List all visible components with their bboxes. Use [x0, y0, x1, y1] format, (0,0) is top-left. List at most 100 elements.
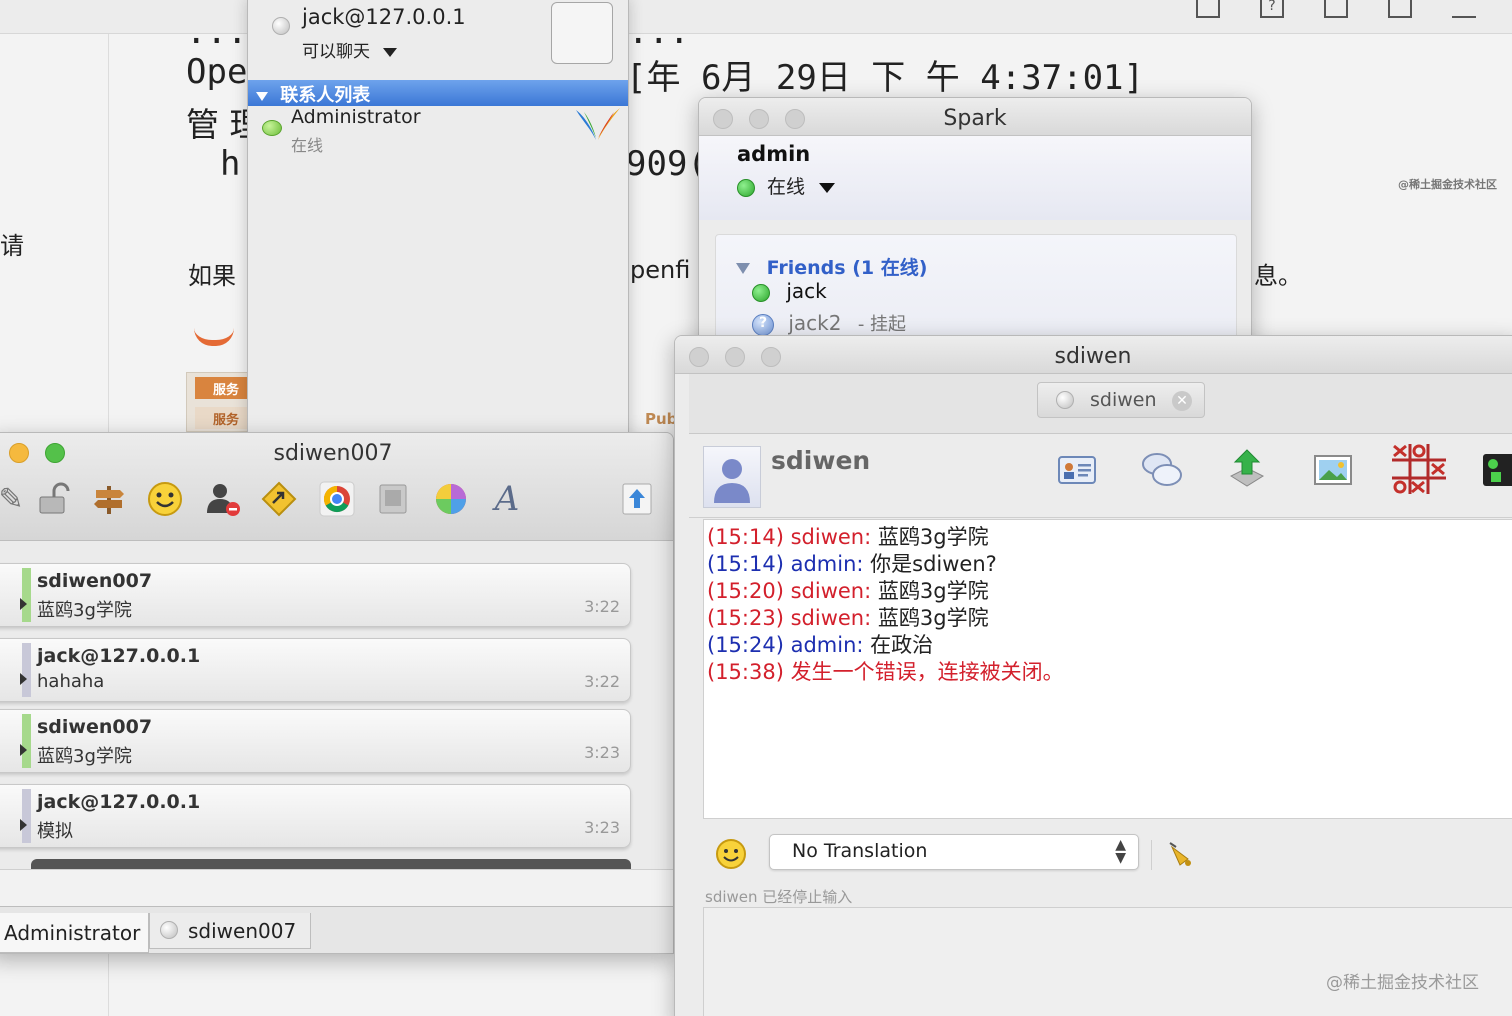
pen-icon[interactable]: ✎ [0, 479, 31, 519]
doc-list-icon[interactable] [1196, 0, 1220, 18]
disclosure-icon[interactable] [20, 598, 27, 610]
chat-time: (15:24) [707, 633, 784, 657]
friend-row-jack[interactable]: jack [752, 279, 827, 303]
send-file-icon[interactable] [259, 479, 299, 519]
chat-message: (15:14) sdiwen: 蓝鸥3g学院 [707, 524, 1512, 551]
doc-text-line5-right: 息。 [1254, 262, 1302, 290]
chat-text: 蓝鸥3g学院 [877, 579, 989, 603]
doc-panel-icon[interactable] [1324, 0, 1348, 18]
account-status-selector[interactable]: 可以聊天 [302, 37, 398, 62]
account-status-icon [272, 17, 290, 35]
online-status-icon [752, 283, 770, 302]
doc-small-watermark: @稀土掘金技术社区 [1398, 178, 1497, 191]
list-item[interactable]: jack@127.0.0.1 hahaha 3:22 [0, 638, 631, 702]
doc-help-icon[interactable]: ? [1260, 0, 1284, 18]
download-icon[interactable] [1225, 446, 1269, 492]
list-item[interactable]: sdiwen007 蓝鸥3g学院 3:22 [0, 563, 631, 627]
spark-status-selector[interactable]: 在线 [737, 172, 836, 199]
translation-select[interactable]: No Translation ▲ ▼ [769, 834, 1139, 870]
disclosure-icon[interactable] [20, 819, 27, 831]
spark-status-text: 在线 [767, 176, 806, 198]
doc-orange-panel: 服务 服务 [186, 372, 249, 432]
block-user-icon[interactable] [203, 479, 243, 519]
friends-group-header[interactable]: Friends (1 在线) [736, 253, 927, 280]
chat-bubbles-icon[interactable] [1139, 448, 1185, 492]
chat-tab[interactable]: sdiwen ✕ [1037, 382, 1205, 418]
chat-error-message: (15:38) 发生一个错误，连接被关闭。 [707, 659, 1512, 686]
tab-status-icon [1056, 391, 1074, 409]
friends-group-label: Friends (1 在线) [766, 257, 928, 279]
doc-text-line4-left: h [220, 144, 241, 184]
disclosure-icon[interactable] [20, 744, 27, 756]
watermark: @稀土掘金技术社区 [1326, 973, 1479, 993]
avatar[interactable] [551, 2, 613, 64]
message-accent-bar [22, 789, 31, 843]
signpost-icon[interactable] [89, 479, 129, 519]
list-item[interactable]: jack@127.0.0.1 模拟 3:23 [0, 784, 631, 848]
font-icon[interactable]: A [487, 479, 527, 519]
triangle-down-icon [256, 91, 268, 101]
contacts-header: jack@127.0.0.1 可以聊天 [248, 0, 628, 79]
doc-fullscreen-icon[interactable] [1452, 0, 1476, 18]
chat-text: 蓝鸥3g学院 [877, 606, 989, 630]
doc-text-line5-left: 如果 [188, 262, 236, 290]
tab-administrator[interactable]: Administrator [0, 913, 149, 953]
avatar[interactable] [703, 446, 761, 508]
chat-message: (15:20) sdiwen: 蓝鸥3g学院 [707, 578, 1512, 605]
message-sender: sdiwen007 [37, 716, 153, 738]
translation-select-value: No Translation [792, 840, 928, 862]
smiley-icon[interactable] [145, 479, 185, 519]
tape-icon[interactable] [373, 479, 413, 519]
color-wheel-icon[interactable] [431, 479, 471, 519]
message-time: 3:22 [584, 597, 620, 616]
unlock-icon[interactable] [33, 479, 73, 519]
chat-text: 你是sdiwen? [870, 552, 997, 576]
message-text: hahaha [37, 671, 105, 692]
message-sender: sdiwen007 [37, 570, 153, 592]
message-accent-bar [22, 568, 31, 622]
disclosure-icon[interactable] [20, 673, 27, 685]
message-accent-bar [22, 643, 31, 697]
emoticon-icon[interactable] [711, 834, 751, 874]
account-name: jack@127.0.0.1 [302, 5, 466, 29]
doc-orange-tab1: 服务 [195, 377, 249, 399]
doc-orange-arc [194, 328, 234, 346]
chevron-down-icon [819, 182, 836, 193]
chat-transcript[interactable]: (15:14) sdiwen: 蓝鸥3g学院 (15:14) admin: 你是… [703, 519, 1512, 819]
upload-icon[interactable] [617, 479, 657, 519]
spark-user-panel: admin 在线 [699, 136, 1251, 220]
message-text: 蓝鸥3g学院 [37, 600, 132, 621]
friend-name: jack [786, 279, 827, 303]
contact-list-header[interactable]: 联系人列表 [248, 80, 628, 106]
list-item[interactable]: sdiwen007 蓝鸥3g学院 3:23 [0, 709, 631, 773]
friend-row-jack2[interactable]: ? jack2 - 挂起 [752, 310, 906, 336]
chat-time: (15:38) [707, 660, 784, 684]
profile-card-icon[interactable] [1055, 448, 1099, 492]
alert-bell-icon[interactable] [1161, 834, 1201, 874]
spark-titlebar: Spark [699, 98, 1251, 136]
status-icon[interactable] [1481, 448, 1512, 492]
doc-text-line5-mid: penfi [630, 256, 691, 284]
typing-status: sdiwen 已经停止输入 [705, 886, 852, 907]
close-icon[interactable]: ✕ [1172, 391, 1192, 411]
chat-time: (15:20) [707, 579, 784, 603]
contact-row-administrator[interactable]: Administrator 在线 [248, 106, 628, 156]
doc-text-line2-right: [年 6月 29日 下 午 4:37:01] [626, 58, 1144, 98]
tab-sdiwen007[interactable]: sdiwen007 [149, 913, 311, 949]
doc-sidebar-icon[interactable] [1388, 0, 1412, 18]
away-status-icon: ? [752, 313, 774, 336]
chrome-icon[interactable] [317, 479, 357, 519]
chat-message: (15:24) admin: 在政治 [707, 632, 1512, 659]
contact-name: Administrator [291, 106, 421, 128]
input-area[interactable] [0, 869, 673, 907]
doc-text-line1-left: ... [186, 12, 248, 52]
chat-time: (15:14) [707, 552, 784, 576]
image-icon[interactable] [1311, 448, 1355, 492]
tictactoe-icon[interactable] [1389, 442, 1449, 496]
message-input[interactable]: @稀土掘金技术社区 [703, 907, 1512, 1016]
online-status-icon [737, 178, 755, 197]
doc-text-line4-right: 909( [626, 144, 708, 184]
doc-orange-tab2: 服务 [195, 407, 249, 429]
friend-note: - 挂起 [857, 314, 907, 335]
doc-toolbar-icons: ? [1190, 0, 1490, 24]
